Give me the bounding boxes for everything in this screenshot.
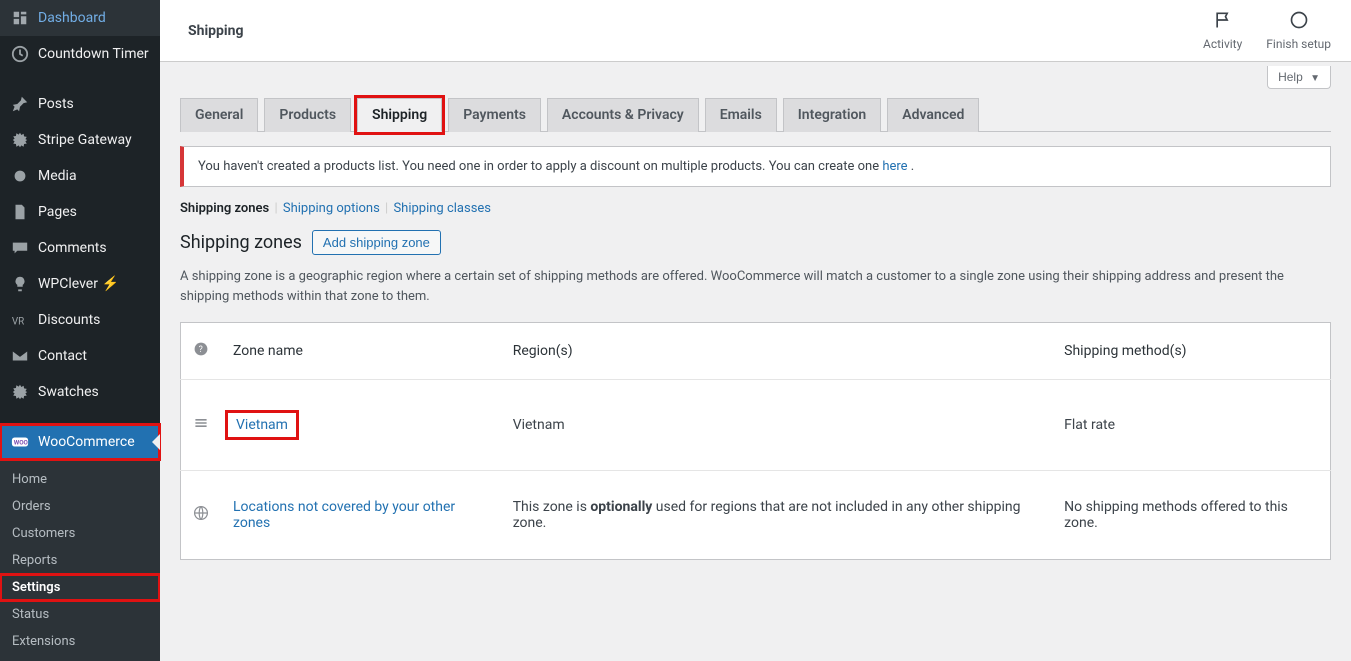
submenu-orders[interactable]: Orders [0, 493, 160, 520]
submenu-customers[interactable]: Customers [0, 520, 160, 547]
mail-icon [10, 346, 30, 366]
tab-accounts-privacy[interactable]: Accounts & Privacy [547, 98, 699, 132]
zone-link[interactable]: Vietnam [236, 417, 288, 433]
help-toggle[interactable]: Help ▼ [1267, 66, 1331, 89]
gear-icon [10, 382, 30, 402]
section-heading: Shipping zones [180, 232, 302, 253]
tab-general[interactable]: General [180, 98, 258, 132]
question-icon: ? [193, 341, 209, 357]
section-description: A shipping zone is a geographic region w… [180, 267, 1331, 306]
sidebar-item-label: Stripe Gateway [38, 132, 132, 148]
gear-icon [10, 130, 30, 150]
activity-button[interactable]: Activity [1203, 10, 1242, 51]
bulb-icon [10, 274, 30, 294]
sidebar-item-label: Pages [38, 204, 77, 220]
tab-payments[interactable]: Payments [448, 98, 541, 132]
sidebar-item-label: Media [38, 168, 77, 184]
warning-notice: You haven't created a products list. You… [180, 146, 1331, 187]
globe-cell [181, 471, 222, 560]
subnav-zones[interactable]: Shipping zones [180, 201, 269, 216]
col-zone-name: Zone name [221, 323, 501, 380]
circle-icon [1266, 10, 1331, 33]
sidebar-item-label: Countdown Timer [38, 46, 149, 62]
drag-handle[interactable] [181, 380, 222, 471]
settings-tabs: General Products Shipping Payments Accou… [180, 97, 1331, 132]
notice-text: You haven't created a products list. You… [198, 159, 882, 174]
notice-text-after: . [908, 159, 915, 174]
sidebar-item-discounts[interactable]: VR Discounts [0, 302, 160, 338]
drag-icon [193, 415, 209, 431]
help-column: ? [181, 323, 222, 380]
discount-icon: VR [10, 310, 30, 330]
sidebar-item-comments[interactable]: Comments [0, 230, 160, 266]
zone-region: Vietnam [501, 380, 1052, 471]
sidebar-item-dashboard[interactable]: Dashboard [0, 0, 160, 36]
help-label: Help [1278, 70, 1303, 84]
subnav-options[interactable]: Shipping options [283, 201, 380, 216]
col-method: Shipping method(s) [1052, 323, 1330, 380]
sidebar-item-woocommerce[interactable]: WOO WooCommerce [0, 424, 160, 460]
admin-sidebar: Dashboard Countdown Timer Posts Stripe G… [0, 0, 160, 661]
sidebar-item-label: Posts [38, 96, 74, 112]
page-title: Shipping [180, 23, 243, 39]
sidebar-item-label: WooCommerce [38, 434, 135, 450]
shipping-zones-table: ? Zone name Region(s) Shipping method(s)… [180, 322, 1331, 560]
dashboard-icon [10, 8, 30, 28]
tab-advanced[interactable]: Advanced [887, 98, 979, 132]
sidebar-item-label: Comments [38, 240, 107, 256]
tab-shipping[interactable]: Shipping [357, 98, 442, 132]
tab-emails[interactable]: Emails [705, 98, 777, 132]
sidebar-item-label: Discounts [38, 312, 100, 328]
sidebar-item-posts[interactable]: Posts [0, 86, 160, 122]
tab-integration[interactable]: Integration [783, 98, 881, 132]
add-zone-button[interactable]: Add shipping zone [312, 230, 441, 255]
svg-text:VR: VR [12, 317, 24, 328]
finish-setup-button[interactable]: Finish setup [1266, 10, 1331, 51]
main-content: Shipping Activity Finish setup Help ▼ Ge… [160, 0, 1351, 661]
sidebar-item-label: Contact [38, 348, 87, 364]
notice-link[interactable]: here [882, 159, 907, 174]
subnav-classes[interactable]: Shipping classes [393, 201, 491, 216]
comment-icon [10, 238, 30, 258]
sidebar-item-label: Swatches [38, 384, 99, 400]
table-footer-row: Locations not covered by your other zone… [181, 471, 1331, 560]
topbar: Shipping Activity Finish setup [160, 0, 1351, 62]
sidebar-item-media[interactable]: Media [0, 158, 160, 194]
globe-icon [193, 505, 209, 521]
zone-method: Flat rate [1052, 380, 1330, 471]
col-region: Region(s) [501, 323, 1052, 380]
submenu-settings[interactable]: Settings [0, 574, 160, 601]
sidebar-item-pages[interactable]: Pages [0, 194, 160, 230]
shipping-subnav: Shipping zones | Shipping options | Ship… [180, 201, 1331, 216]
sidebar-item-swatches[interactable]: Swatches [0, 374, 160, 410]
flag-icon [1203, 10, 1242, 33]
sidebar-item-label: Dashboard [38, 10, 106, 26]
submenu-extensions[interactable]: Extensions [0, 628, 160, 655]
tab-products[interactable]: Products [264, 98, 351, 132]
clock-icon [10, 44, 30, 64]
sidebar-item-label: WPClever ⚡ [38, 276, 119, 292]
sidebar-item-countdown[interactable]: Countdown Timer [0, 36, 160, 72]
woo-icon: WOO [10, 432, 30, 452]
sidebar-item-contact[interactable]: Contact [0, 338, 160, 374]
media-icon [10, 166, 30, 186]
default-zone-region: This zone is optionally used for regions… [501, 471, 1052, 560]
sidebar-item-wpclever[interactable]: WPClever ⚡ [0, 266, 160, 302]
action-label: Activity [1203, 37, 1242, 51]
table-row: Vietnam Vietnam Flat rate [181, 380, 1331, 471]
default-zone-method: No shipping methods offered to this zone… [1052, 471, 1330, 560]
action-label: Finish setup [1266, 37, 1331, 51]
pages-icon [10, 202, 30, 222]
default-zone-link[interactable]: Locations not covered by your other zone… [233, 499, 455, 531]
submenu-home[interactable]: Home [0, 466, 160, 493]
sidebar-item-stripe[interactable]: Stripe Gateway [0, 122, 160, 158]
svg-text:?: ? [199, 345, 203, 355]
pin-icon [10, 94, 30, 114]
chevron-down-icon: ▼ [1310, 73, 1320, 84]
svg-text:WOO: WOO [14, 439, 29, 447]
submenu-status[interactable]: Status [0, 601, 160, 628]
woocommerce-submenu: Home Orders Customers Reports Settings S… [0, 460, 160, 661]
submenu-reports[interactable]: Reports [0, 547, 160, 574]
